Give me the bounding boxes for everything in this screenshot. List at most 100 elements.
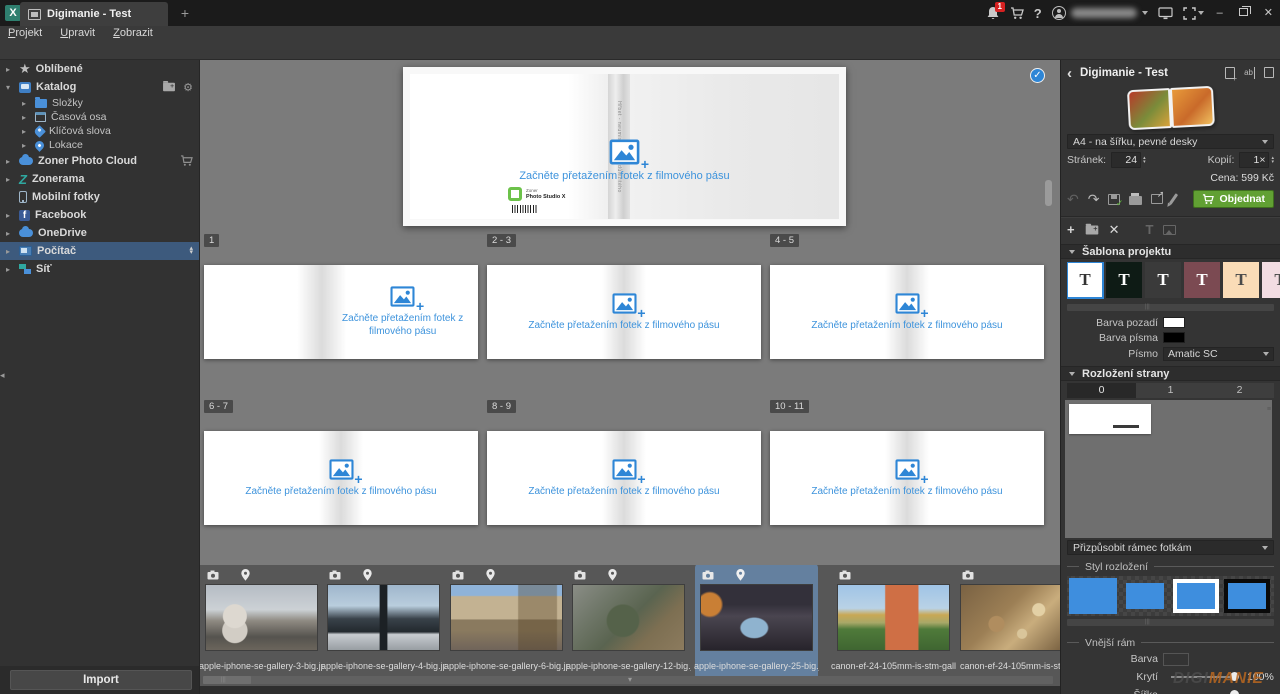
account-menu[interactable] bbox=[1052, 6, 1148, 20]
format-select[interactable]: A4 - na šířku, pevné desky bbox=[1067, 134, 1274, 149]
reorder-icon[interactable]: ▴▾ bbox=[189, 247, 193, 255]
opacity-slider-knob[interactable] bbox=[1230, 672, 1239, 681]
expander-icon[interactable]: ▸ bbox=[6, 265, 14, 274]
expander-icon[interactable]: ▸ bbox=[6, 211, 14, 220]
opacity-slider[interactable] bbox=[1171, 676, 1235, 678]
back-arrow-icon[interactable]: ‹ bbox=[1067, 65, 1072, 82]
style-swatch-transparent-border[interactable] bbox=[1122, 579, 1168, 613]
background-color-swatch[interactable] bbox=[1163, 317, 1185, 328]
print-icon[interactable] bbox=[1129, 196, 1142, 205]
restore-button[interactable] bbox=[1236, 0, 1251, 26]
layout-thumbnail[interactable] bbox=[1069, 404, 1151, 434]
template-swatch-selected[interactable]: T bbox=[1067, 262, 1103, 298]
collapse-left-panel-icon[interactable]: ◂ bbox=[0, 370, 5, 381]
photo-thumbnail[interactable] bbox=[700, 584, 813, 651]
layout-section-header[interactable]: Rozložení strany bbox=[1061, 366, 1280, 381]
filmstrip-item[interactable]: apple-iphone-se-gallery-12-big.j... bbox=[572, 569, 685, 675]
copies-stepper[interactable]: ▴▾ bbox=[1271, 156, 1274, 164]
text-tool-icon[interactable]: T bbox=[1146, 223, 1154, 237]
add-folder-icon[interactable]: + bbox=[163, 83, 175, 92]
import-button[interactable]: Import bbox=[10, 670, 192, 690]
notifications-bell-icon[interactable]: 1 bbox=[986, 6, 1000, 21]
cart-icon[interactable] bbox=[1010, 7, 1024, 20]
photo-thumbnail[interactable] bbox=[837, 584, 950, 651]
menu-projekt[interactable]: Projekt bbox=[8, 27, 42, 39]
font-select[interactable]: Amatic SC bbox=[1163, 347, 1274, 361]
expander-icon[interactable]: ▸ bbox=[6, 157, 14, 166]
cover-drop-placeholder[interactable]: + Začněte přetažením fotek z filmového p… bbox=[403, 95, 846, 226]
export-icon[interactable] bbox=[1151, 194, 1163, 204]
font-color-swatch[interactable] bbox=[1163, 332, 1185, 343]
add-icon[interactable]: + bbox=[1067, 223, 1075, 237]
filmstrip-scrollbar-handle[interactable] bbox=[203, 676, 251, 684]
panel-resize-grip[interactable]: ≡ bbox=[1267, 408, 1271, 412]
fit-frames-select[interactable]: Přizpůsobit rámec fotkám bbox=[1067, 540, 1274, 555]
menu-zobrazit[interactable]: Zobrazit bbox=[113, 27, 153, 39]
pen-icon[interactable] bbox=[1169, 193, 1178, 205]
sidebar-item-oblibene[interactable]: ▸ ★ Oblíbené bbox=[0, 60, 199, 78]
rename-icon[interactable]: ab bbox=[1244, 67, 1255, 79]
minimize-button[interactable]: – bbox=[1214, 0, 1226, 26]
pages-input[interactable]: 24 bbox=[1111, 152, 1141, 168]
help-icon[interactable]: ? bbox=[1034, 6, 1042, 21]
sidebar-item-zonerama[interactable]: ▸ Z Zonerama bbox=[0, 170, 199, 188]
template-swatch[interactable]: T bbox=[1184, 262, 1220, 298]
pages-stepper[interactable]: ▴▾ bbox=[1143, 156, 1146, 164]
spread-pages-4-5[interactable]: + Začněte přetažením fotek z filmového p… bbox=[770, 265, 1044, 359]
delete-icon[interactable]: ✕ bbox=[1109, 223, 1120, 237]
second-display-icon[interactable] bbox=[1158, 7, 1173, 20]
sidebar-item-klicova-slova[interactable]: ▸ Klíčová slova bbox=[0, 124, 199, 138]
template-swatch[interactable]: T bbox=[1106, 262, 1142, 298]
spread-pages-6-7[interactable]: + Začněte přetažením fotek z filmového p… bbox=[204, 431, 478, 525]
sidebar-item-onedrive[interactable]: ▸ OneDrive bbox=[0, 224, 199, 242]
order-button[interactable]: Objednat bbox=[1193, 190, 1274, 208]
book-preview[interactable] bbox=[1061, 88, 1280, 132]
sidebar-item-casova-osa[interactable]: ▸ Časová osa bbox=[0, 110, 199, 124]
add-page-icon[interactable] bbox=[1225, 67, 1235, 79]
filmstrip-item[interactable]: apple-iphone-se-gallery-3-big.jpg bbox=[205, 569, 318, 675]
duplicate-icon[interactable] bbox=[1264, 67, 1274, 78]
spread-pages-2-3[interactable]: + Začněte přetažením fotek z filmového p… bbox=[487, 265, 761, 359]
sidebar-item-pocitac[interactable]: ▸ Počítač ▴▾ bbox=[0, 242, 199, 260]
sidebar-item-sit[interactable]: ▸ Síť bbox=[0, 260, 199, 278]
project-tab[interactable]: Digimanie - Test bbox=[20, 2, 168, 26]
spread-pages-10-11[interactable]: + Začněte přetažením fotek z filmového p… bbox=[770, 431, 1044, 525]
expander-icon[interactable]: ▸ bbox=[22, 99, 30, 108]
template-swatch[interactable]: T bbox=[1145, 262, 1181, 298]
copies-input[interactable]: 1× bbox=[1239, 152, 1269, 168]
photo-thumbnail[interactable] bbox=[327, 584, 440, 651]
photo-thumbnail[interactable] bbox=[960, 584, 1060, 651]
filmstrip-item[interactable]: apple-iphone-se-gallery-4-big.jpg bbox=[327, 569, 440, 675]
undo-icon[interactable]: ↶ bbox=[1067, 192, 1079, 206]
menu-upravit[interactable]: Upravit bbox=[60, 27, 95, 39]
filmstrip-item-selected[interactable]: apple-iphone-se-gallery-25-big.j... bbox=[700, 569, 813, 675]
redo-icon[interactable]: ↷ bbox=[1088, 192, 1100, 206]
new-tab-button[interactable]: + bbox=[176, 4, 194, 22]
style-swatch-plain[interactable] bbox=[1069, 578, 1117, 614]
sidebar-item-slozky[interactable]: ▸ Složky bbox=[0, 96, 199, 110]
save-icon[interactable] bbox=[1108, 194, 1120, 205]
template-scrollbar[interactable] bbox=[1067, 304, 1274, 311]
filmstrip-item[interactable]: canon-ef-24-105mm-is-stm-gall... bbox=[837, 569, 950, 675]
filmstrip-item[interactable]: canon-ef-24-105mm-is-stm... bbox=[960, 569, 1060, 675]
expander-icon[interactable]: ▸ bbox=[6, 175, 14, 184]
sidebar-item-facebook[interactable]: ▸ f Facebook bbox=[0, 206, 199, 224]
add-folder-icon[interactable]: + bbox=[1085, 226, 1098, 235]
template-section-header[interactable]: Šablona projektu bbox=[1061, 244, 1280, 259]
template-swatch[interactable]: T bbox=[1223, 262, 1259, 298]
filmstrip-collapse-icon[interactable]: ▾ bbox=[628, 675, 632, 684]
expander-icon[interactable]: ▸ bbox=[22, 141, 30, 150]
filmstrip-item[interactable]: apple-iphone-se-gallery-6-big.jpg bbox=[450, 569, 563, 675]
style-scrollbar[interactable] bbox=[1067, 619, 1274, 626]
frame-color-swatch[interactable] bbox=[1163, 653, 1189, 666]
layout-tab-1[interactable]: 1 bbox=[1136, 383, 1205, 398]
photo-thumbnail[interactable] bbox=[205, 584, 318, 651]
expander-icon[interactable]: ▾ bbox=[6, 83, 14, 92]
cover-spread[interactable]: ZonerPhoto Studio X Hřbet - neumisťujte … bbox=[403, 67, 846, 226]
expander-icon[interactable]: ▸ bbox=[22, 113, 30, 122]
style-swatch-white-border[interactable] bbox=[1173, 579, 1219, 613]
photo-thumbnail[interactable] bbox=[450, 584, 563, 651]
photo-thumbnail[interactable] bbox=[572, 584, 685, 651]
expander-icon[interactable]: ▸ bbox=[22, 127, 30, 136]
template-swatch[interactable]: T bbox=[1262, 262, 1280, 298]
